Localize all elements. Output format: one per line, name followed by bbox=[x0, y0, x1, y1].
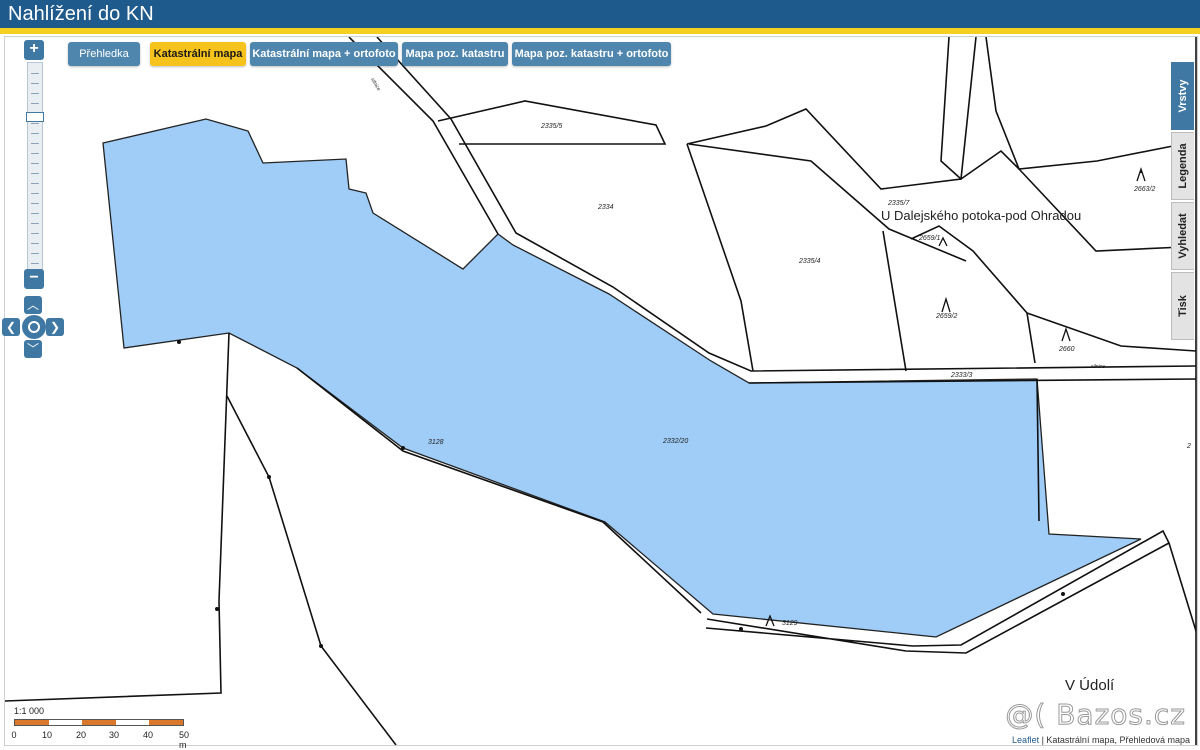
tab-mapa-poz-katastru-ortofoto[interactable]: Mapa poz. katastru + ortofoto bbox=[512, 42, 671, 66]
boundary-point bbox=[1061, 592, 1065, 596]
road-label: silnice bbox=[1091, 364, 1105, 370]
highlighted-parcel[interactable] bbox=[102, 118, 1142, 638]
road-boundary bbox=[348, 37, 499, 235]
pan-control: ︿ ❮ ❯ ﹀ bbox=[2, 296, 64, 358]
boundary-point bbox=[215, 607, 219, 611]
boundary-point bbox=[177, 340, 181, 344]
boundary-point bbox=[319, 644, 323, 648]
tab-prehledka[interactable]: Přehledka bbox=[68, 42, 140, 66]
parcel-boundary bbox=[226, 395, 397, 745]
side-tab-tisk[interactable]: Tisk bbox=[1171, 272, 1194, 340]
header-accent-stripe bbox=[0, 28, 1200, 34]
zoom-slider[interactable] bbox=[26, 62, 44, 278]
parcel-number[interactable]: 2663/2 bbox=[1133, 186, 1156, 193]
parcel-number[interactable]: 2333/3 bbox=[950, 372, 973, 379]
parcel-number[interactable]: 3128 bbox=[428, 439, 444, 446]
boundary-point bbox=[267, 475, 271, 479]
parcel-boundary bbox=[940, 37, 1184, 181]
side-tab-vyhledat[interactable]: Vyhledat bbox=[1171, 202, 1194, 270]
scale-bar: 1:1 000 0 10 20 30 40 50 m bbox=[11, 706, 192, 750]
parcel-number[interactable]: 3129 bbox=[782, 620, 798, 627]
parcel-boundary bbox=[686, 143, 754, 372]
boundary-point bbox=[401, 446, 405, 450]
leaflet-link[interactable]: Leaflet bbox=[1012, 735, 1039, 745]
pan-right-button[interactable]: ❯ bbox=[46, 318, 64, 336]
tab-mapa-poz-katastru[interactable]: Mapa poz. katastru bbox=[402, 42, 508, 66]
zoom-out-button[interactable]: − bbox=[24, 269, 44, 289]
scale-tick: 40 bbox=[142, 730, 154, 740]
map-attribution: Leaflet | Katastrální mapa, Přehledová m… bbox=[1010, 735, 1192, 745]
tab-katastralni-mapa[interactable]: Katastrální mapa bbox=[150, 42, 246, 66]
app-title: Nahlížení do KN bbox=[8, 3, 154, 25]
pan-center-icon[interactable] bbox=[22, 315, 46, 339]
pan-left-button[interactable]: ❮ bbox=[2, 318, 20, 336]
cadastral-map[interactable]: 2335/5 2334 2335/4 2335/7 2659/1 2659/2 … bbox=[5, 37, 1197, 745]
parcel-number[interactable]: 2335/5 bbox=[540, 123, 563, 130]
watermark: @( Bazos.cz bbox=[1005, 698, 1186, 732]
scale-tick: 30 bbox=[108, 730, 120, 740]
scale-ratio: 1:1 000 bbox=[14, 706, 45, 716]
zoom-slider-thumb[interactable] bbox=[26, 112, 44, 122]
side-tab-legenda[interactable]: Legenda bbox=[1171, 132, 1194, 200]
parcel-boundary bbox=[882, 230, 907, 372]
locality-name: U Dalejského potoka-pod Ohradou bbox=[881, 208, 1081, 223]
parcel-number[interactable]: 2335/4 bbox=[798, 258, 821, 265]
app-header: Nahlížení do KN bbox=[0, 0, 1200, 28]
pan-down-button[interactable]: ﹀ bbox=[24, 340, 42, 358]
tab-katastralni-mapa-ortofoto[interactable]: Katastrální mapa + ortofoto bbox=[250, 42, 398, 66]
parcel-boundary bbox=[686, 37, 977, 190]
parcel-number[interactable]: 2334 bbox=[597, 204, 614, 211]
parcel-number[interactable]: 2 bbox=[1186, 443, 1191, 450]
attribution-text: | Katastrální mapa, Přehledová mapa bbox=[1039, 735, 1190, 745]
parcel-boundary bbox=[1168, 542, 1197, 632]
scale-tick: 50 m bbox=[178, 730, 190, 750]
parcel-boundary bbox=[5, 332, 230, 702]
map-viewport[interactable]: 2335/5 2334 2335/4 2335/7 2659/1 2659/2 … bbox=[4, 36, 1198, 746]
parcel-number[interactable]: 2332/20 bbox=[662, 438, 688, 445]
parcel-number[interactable]: 2660 bbox=[1058, 346, 1075, 353]
scale-bar-graphic bbox=[14, 719, 184, 726]
boundary-point bbox=[739, 627, 743, 631]
parcel-number[interactable]: 2659/1 bbox=[918, 235, 941, 242]
forest-symbol-icon bbox=[1061, 326, 1071, 342]
locality-name: V Údolí bbox=[1065, 677, 1115, 694]
scale-tick: 0 bbox=[11, 730, 17, 740]
forest-symbol-icon bbox=[941, 296, 951, 313]
zoom-in-button[interactable]: + bbox=[24, 40, 44, 60]
pan-up-button[interactable]: ︿ bbox=[24, 296, 42, 314]
scale-tick: 20 bbox=[75, 730, 87, 740]
road-label: silnice bbox=[369, 77, 381, 92]
side-tab-vrstvy[interactable]: Vrstvy bbox=[1171, 62, 1194, 130]
forest-symbol-icon bbox=[1136, 166, 1146, 182]
parcel-boundary bbox=[688, 143, 967, 262]
parcel-number[interactable]: 2335/7 bbox=[887, 200, 911, 207]
parcel-number[interactable]: 2659/2 bbox=[935, 313, 958, 320]
scale-tick: 10 bbox=[41, 730, 53, 740]
